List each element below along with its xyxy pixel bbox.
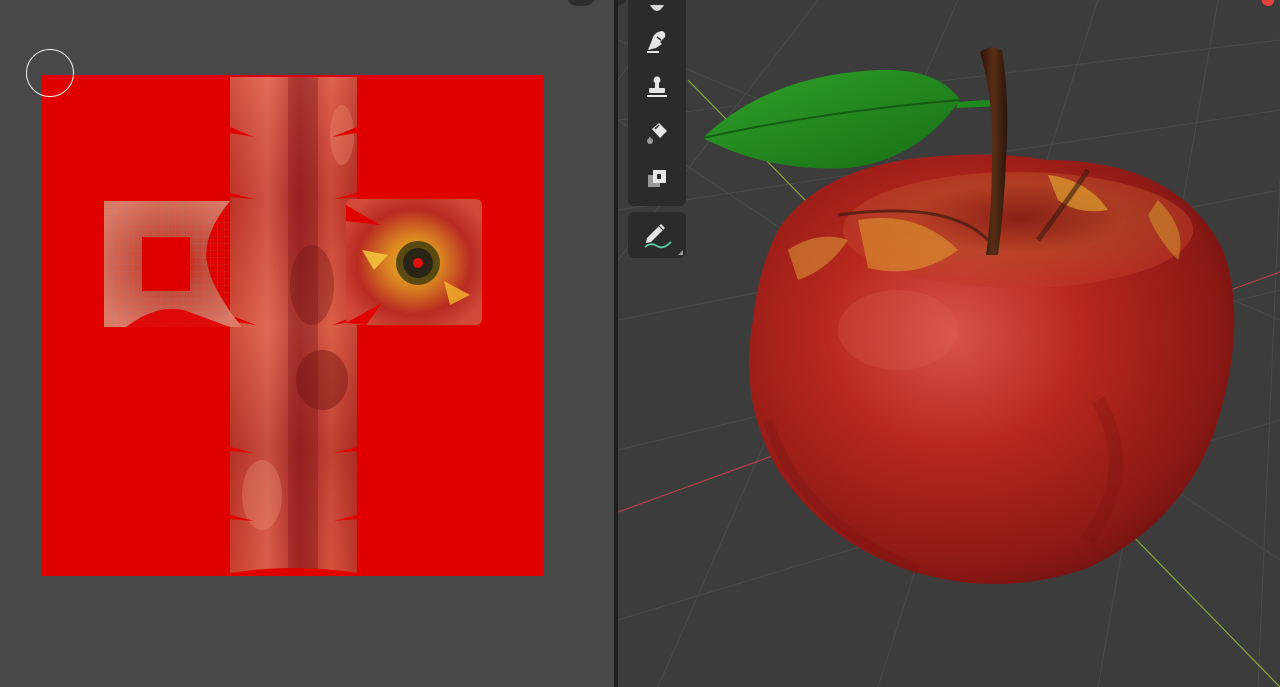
workspace (0, 0, 1280, 687)
uv-island-side (230, 77, 357, 576)
editor-corner-widget[interactable] (566, 0, 596, 6)
3d-viewport[interactable] (618, 0, 1280, 687)
tool-draw-partial[interactable] (628, 4, 686, 18)
tool-shelf (628, 0, 686, 258)
tool-mask[interactable] (628, 156, 686, 202)
uv-island-top (346, 199, 482, 325)
viewport-scene (618, 0, 1280, 687)
apple-leaf (702, 69, 1003, 169)
draw-icon (650, 5, 664, 11)
tool-annotate[interactable] (628, 212, 686, 258)
tool-clone[interactable] (628, 64, 686, 110)
smear-icon (647, 31, 666, 53)
uv-island-bottom (104, 201, 242, 327)
fill-icon (647, 123, 667, 144)
tool-group-paint (628, 0, 686, 206)
tool-fill[interactable] (628, 110, 686, 156)
clone-icon (647, 76, 667, 97)
annotate-pencil-icon (644, 224, 672, 249)
mask-icon (648, 170, 666, 187)
brush-cursor (26, 49, 74, 97)
texture-image[interactable] (42, 75, 543, 576)
tool-options-indicator (678, 250, 683, 255)
image-editor[interactable] (0, 0, 614, 687)
tool-smear[interactable] (628, 18, 686, 64)
